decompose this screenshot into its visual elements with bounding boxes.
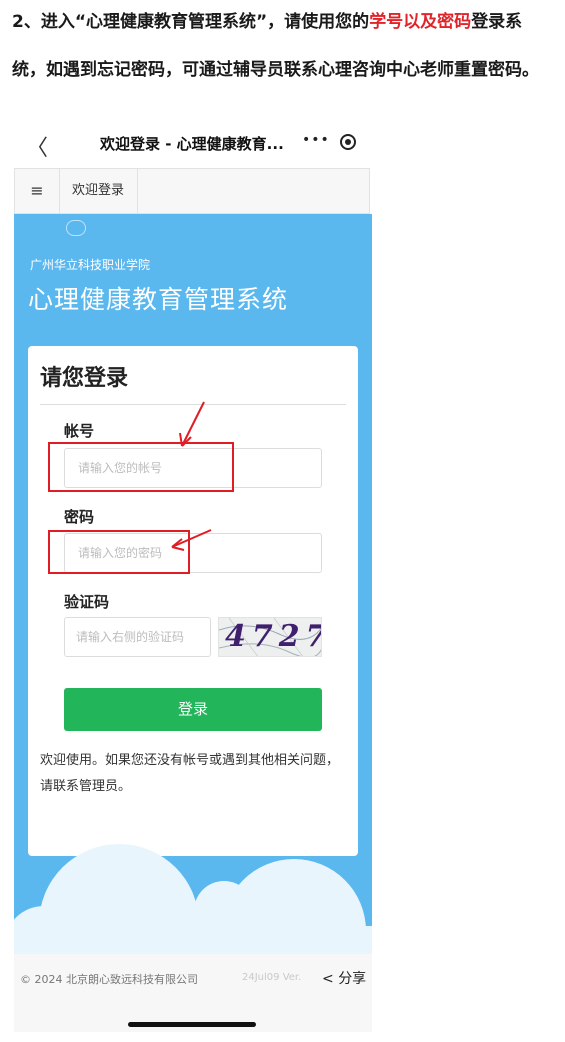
target-icon[interactable] (340, 134, 356, 150)
tab-welcome-login[interactable]: 欢迎登录 (59, 169, 138, 213)
share-button[interactable]: < 分享 (322, 968, 366, 988)
page-title: 欢迎登录 - 心理健康教育... (100, 135, 284, 153)
copyright-text: © 2024 北京朗心致远科技有限公司 (20, 973, 198, 986)
share-label: 分享 (338, 971, 367, 987)
instruction-line-1-end: 登录系 (471, 12, 523, 32)
annotation-arrows (171, 401, 212, 551)
instruction-highlight: 学号以及密码 (369, 12, 472, 32)
menu-icon[interactable]: ≡ (15, 169, 60, 213)
more-icon[interactable]: ••• (302, 132, 330, 148)
instruction-line-2: 统，如遇到忘记密码，可通过辅导员联系心理咨询中心老师重置密码。 (12, 60, 539, 80)
instruction-text: 2、进入“心理健康教育管理系统”，请使用您的学号以及密码登录系 统，如遇到忘记密… (12, 6, 557, 86)
home-indicator (128, 1022, 256, 1027)
chevron-left-icon[interactable]: 〈 (26, 130, 48, 162)
share-icon: < (322, 971, 334, 987)
phone-screenshot: 〈 欢迎登录 - 心理健康教育... ••• ≡ 欢迎登录 广州华立科技职业学院… (14, 126, 372, 1032)
login-background: 广州华立科技职业学院 心理健康教育管理系统 请您登录 帐号 请输入您的帐号 密码… (14, 214, 372, 954)
version-text: 24Jul09 Ver. (242, 972, 302, 983)
wechat-title-bar: 〈 欢迎登录 - 心理健康教育... ••• (14, 126, 372, 162)
instruction-line-1-text: 2、进入“心理健康教育管理系统”，请使用您的 (12, 12, 370, 32)
instruction-line-1: 2、进入“心理健康教育管理系统”，请使用您的学号以及密码登录系 (12, 6, 557, 38)
footer: © 2024 北京朗心致远科技有限公司 24Jul09 Ver. < 分享 (14, 954, 372, 1032)
nav-bar: ≡ 欢迎登录 (14, 168, 370, 214)
